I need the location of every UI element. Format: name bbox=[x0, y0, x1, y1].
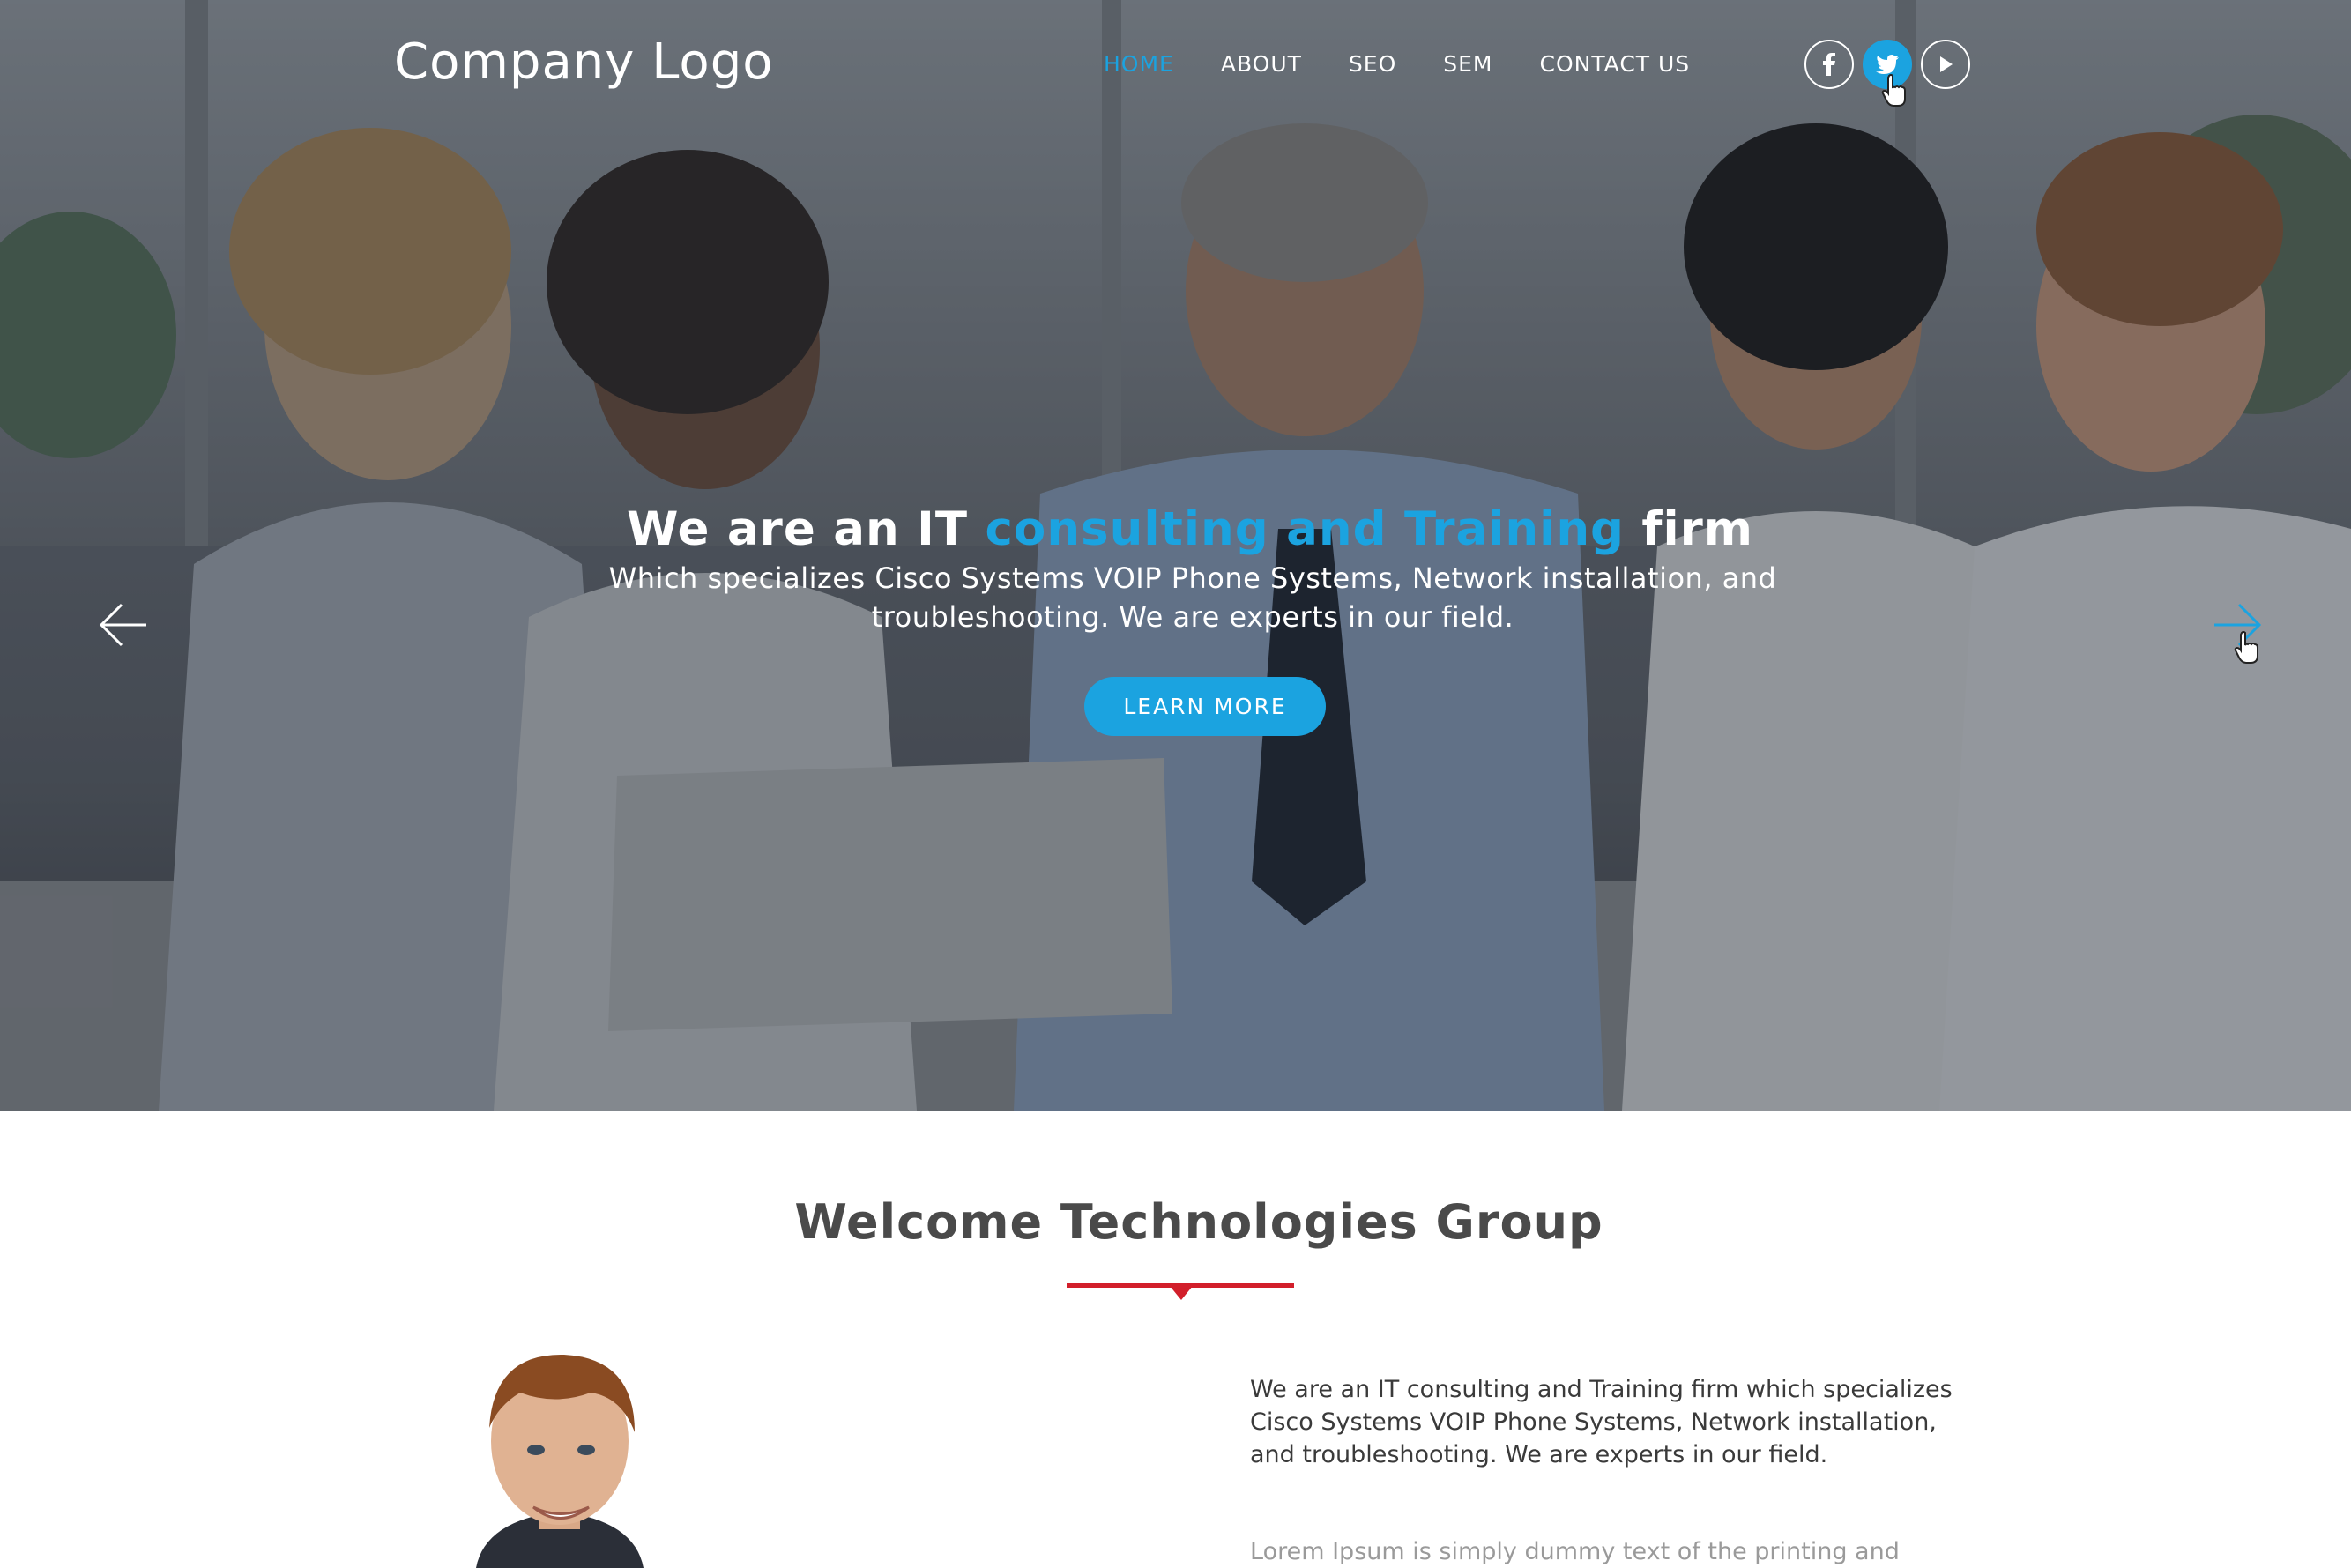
hand-cursor-icon bbox=[1881, 74, 1906, 107]
hero-title-post: firm bbox=[1624, 502, 1754, 556]
youtube-button[interactable] bbox=[1921, 40, 1970, 89]
nav-item-seo[interactable]: SEO bbox=[1349, 51, 1396, 77]
main-nav: HOME ABOUT SEO SEM CONTACT US bbox=[1104, 51, 1737, 77]
nav-item-home[interactable]: HOME bbox=[1104, 51, 1174, 77]
hero-subtitle: Which specializes Cisco Systems VOIP Pho… bbox=[608, 561, 1777, 634]
twitter-icon bbox=[1876, 55, 1899, 74]
hero-title-accent: consulting and Training bbox=[985, 502, 1625, 556]
facebook-icon bbox=[1823, 53, 1835, 76]
learn-more-button[interactable]: LEARN MORE bbox=[1084, 677, 1326, 736]
nav-item-about[interactable]: ABOUT bbox=[1221, 51, 1302, 77]
hero-title: We are an IT consulting and Training fir… bbox=[0, 502, 2351, 556]
arrow-left-icon[interactable] bbox=[99, 603, 148, 647]
hero-banner: Company Logo HOME ABOUT SEO SEM CONTACT … bbox=[0, 0, 2351, 1111]
facebook-button[interactable] bbox=[1804, 40, 1854, 89]
youtube-play-icon bbox=[1940, 56, 1953, 72]
about-paragraph: We are an IT consulting and Training fir… bbox=[1250, 1376, 1953, 1468]
hand-cursor-icon-arrow bbox=[2234, 631, 2258, 664]
nav-item-sem[interactable]: SEM bbox=[1443, 51, 1492, 77]
lorem-paragraph: Lorem Ipsum is simply dummy text of the … bbox=[1250, 1538, 1900, 1565]
nav-item-contact-us[interactable]: CONTACT US bbox=[1540, 51, 1691, 77]
company-logo[interactable]: Company Logo bbox=[394, 33, 774, 91]
hero-title-pre: We are an IT bbox=[626, 502, 986, 556]
welcome-title: Welcome Technologies Group bbox=[794, 1194, 1603, 1250]
team-member-photo bbox=[458, 1344, 661, 1568]
title-divider-tip bbox=[1170, 1286, 1193, 1300]
